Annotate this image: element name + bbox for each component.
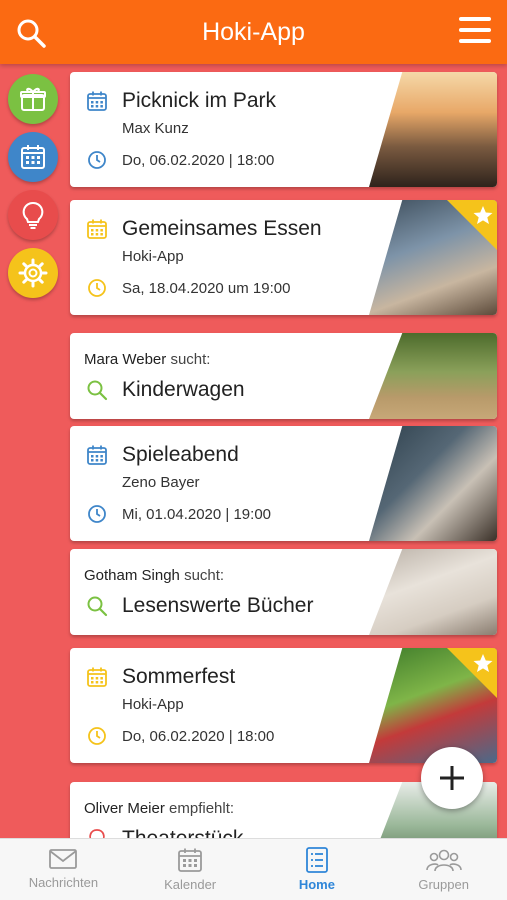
event-image <box>369 426 497 541</box>
gift-button[interactable] <box>8 74 58 124</box>
search-verb: sucht: <box>170 351 211 368</box>
lightbulb-icon <box>22 201 44 229</box>
event-date: Do, 06.02.2020 | 18:00 <box>122 152 275 169</box>
search-title: Lesenswerte Bücher <box>122 594 314 617</box>
search-author: Gotham Singh sucht: <box>84 567 224 584</box>
star-icon <box>447 200 497 250</box>
gear-icon <box>18 258 48 288</box>
envelope-icon <box>49 849 78 869</box>
clock-icon <box>88 727 106 745</box>
app-header: Hoki-App <box>0 0 507 64</box>
clock-icon <box>88 505 106 523</box>
calendar-icon <box>87 445 107 465</box>
recommend-person: Oliver Meier <box>84 800 165 817</box>
calendar-icon <box>87 91 107 111</box>
event-title: Gemeinsames Essen <box>122 217 322 240</box>
tab-gruppen[interactable]: Gruppen <box>380 839 507 900</box>
recommend-verb: empfiehlt: <box>169 800 235 817</box>
bottom-tab-bar: Nachrichten Kalender Home Gruppen <box>0 838 507 900</box>
clock-icon <box>88 279 106 297</box>
tab-label: Home <box>298 877 335 892</box>
gift-icon <box>20 87 46 111</box>
event-image <box>369 72 497 187</box>
calendar-icon <box>21 145 45 169</box>
event-card[interactable]: Spieleabend Zeno Bayer Mi, 01.04.2020 | … <box>70 426 497 541</box>
tab-label: Gruppen <box>418 877 469 892</box>
event-card[interactable]: Sommerfest Hoki-App Do, 06.02.2020 | 18:… <box>70 648 497 763</box>
event-date: Sa, 18.04.2020 um 19:00 <box>122 280 291 297</box>
event-title: Picknick im Park <box>122 89 277 112</box>
event-card[interactable]: Picknick im Park Max Kunz Do, 06.02.2020… <box>70 72 497 187</box>
search-image <box>369 549 497 635</box>
event-title: Spieleabend <box>122 443 239 466</box>
tab-label: Nachrichten <box>28 875 99 890</box>
event-title: Sommerfest <box>122 665 236 688</box>
event-card[interactable]: Gemeinsames Essen Hoki-App Sa, 18.04.202… <box>70 200 497 315</box>
search-person: Gotham Singh <box>84 567 180 584</box>
add-button[interactable] <box>421 747 483 809</box>
hamburger-menu-icon[interactable] <box>459 16 491 44</box>
lightbulb-button[interactable] <box>8 190 58 240</box>
event-author: Hoki-App <box>122 696 184 713</box>
search-person: Mara Weber <box>84 351 167 368</box>
list-icon <box>305 847 328 873</box>
tab-home[interactable]: Home <box>254 839 381 900</box>
search-verb: sucht: <box>184 567 225 584</box>
event-author: Hoki-App <box>122 248 184 265</box>
event-author: Max Kunz <box>122 120 189 137</box>
settings-button[interactable] <box>8 248 58 298</box>
tab-label: Kalender <box>164 877 217 892</box>
calendar-icon <box>87 667 107 687</box>
calendar-icon <box>87 219 107 239</box>
search-card[interactable]: Mara Weber sucht: Kinderwagen <box>70 333 497 419</box>
tab-kalender[interactable]: Kalender <box>127 839 254 900</box>
clock-icon <box>88 151 106 169</box>
calendar-icon <box>178 848 203 872</box>
search-title: Kinderwagen <box>122 378 245 401</box>
search-card[interactable]: Gotham Singh sucht: Lesenswerte Bücher <box>70 549 497 635</box>
event-date: Do, 06.02.2020 | 18:00 <box>122 728 275 745</box>
app-title: Hoki-App <box>202 18 305 46</box>
group-icon <box>425 849 462 872</box>
calendar-button[interactable] <box>8 132 58 182</box>
search-icon <box>87 596 108 617</box>
event-author: Zeno Bayer <box>122 474 200 491</box>
search-author: Mara Weber sucht: <box>84 351 210 368</box>
search-image <box>369 333 497 419</box>
tab-nachrichten[interactable]: Nachrichten <box>0 839 127 900</box>
plus-icon <box>440 766 464 790</box>
search-icon <box>87 380 108 401</box>
event-date: Mi, 01.04.2020 | 19:00 <box>122 506 272 523</box>
star-icon <box>447 648 497 698</box>
recommend-author: Oliver Meier empfiehlt: <box>84 800 234 817</box>
